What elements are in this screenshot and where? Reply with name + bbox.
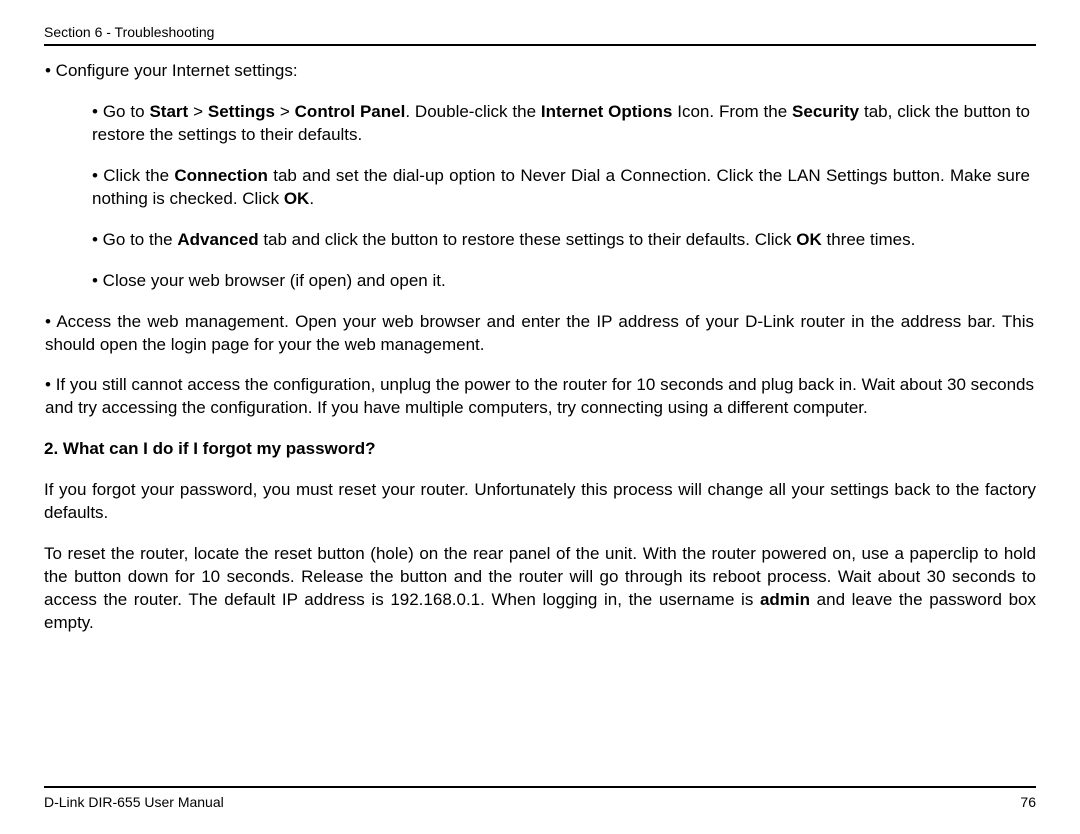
manual-title: D-Link DIR-655 User Manual — [44, 794, 224, 810]
answer-para-1: If you forgot your password, you must re… — [44, 479, 1036, 525]
bold-internet-options: Internet Options — [541, 102, 672, 121]
bold-advanced: Advanced — [177, 230, 258, 249]
section-title: Section 6 - Troubleshooting — [44, 24, 214, 40]
text: • Go to the — [92, 230, 177, 249]
text: • Go to — [92, 102, 149, 121]
text: 2. What can I do if I forgot my password… — [44, 439, 376, 458]
text: three times. — [822, 230, 916, 249]
page-content: • Configure your Internet settings: • Go… — [44, 60, 1036, 810]
bold-connection: Connection — [174, 166, 268, 185]
bullet-still-cannot: • If you still cannot access the configu… — [45, 374, 1034, 420]
footer-row: D-Link DIR-655 User Manual 76 — [44, 794, 1036, 810]
footer-rule — [44, 786, 1036, 788]
bold-ok: OK — [796, 230, 822, 249]
document-page: Section 6 - Troubleshooting • Configure … — [0, 0, 1080, 834]
bold-start: Start — [149, 102, 188, 121]
question-2: 2. What can I do if I forgot my password… — [44, 438, 1036, 461]
page-footer: D-Link DIR-655 User Manual 76 — [44, 786, 1036, 810]
text: tab and click the button to restore thes… — [259, 230, 797, 249]
bold-ok: OK — [284, 189, 310, 208]
sub-bullet-close: • Close your web browser (if open) and o… — [92, 270, 1030, 293]
text: • Configure your Internet settings: — [45, 61, 298, 80]
text: > — [188, 102, 208, 121]
bold-admin: admin — [760, 590, 810, 609]
text: . — [309, 189, 314, 208]
header-rule — [44, 44, 1036, 46]
text: > — [275, 102, 295, 121]
text: • Click the — [92, 166, 174, 185]
page-header: Section 6 - Troubleshooting — [44, 24, 1036, 44]
sub-bullet-connection: • Click the Connection tab and set the d… — [92, 165, 1030, 211]
page-number: 76 — [1020, 794, 1036, 810]
text: • Close your web browser (if open) and o… — [92, 271, 446, 290]
sub-bullet-goto: • Go to Start > Settings > Control Panel… — [92, 101, 1030, 147]
text: . Double-click the — [405, 102, 541, 121]
bold-security: Security — [792, 102, 859, 121]
text: • Access the web management. Open your w… — [45, 312, 1034, 354]
text: Icon. From the — [672, 102, 792, 121]
bold-control-panel: Control Panel — [295, 102, 406, 121]
answer-para-2: To reset the router, locate the reset bu… — [44, 543, 1036, 635]
bullet-access: • Access the web management. Open your w… — [45, 311, 1034, 357]
bold-settings: Settings — [208, 102, 275, 121]
bullet-configure: • Configure your Internet settings: — [45, 60, 1036, 83]
text: • If you still cannot access the configu… — [45, 375, 1034, 417]
text: If you forgot your password, you must re… — [44, 480, 1036, 522]
sub-bullet-advanced: • Go to the Advanced tab and click the b… — [92, 229, 1030, 252]
